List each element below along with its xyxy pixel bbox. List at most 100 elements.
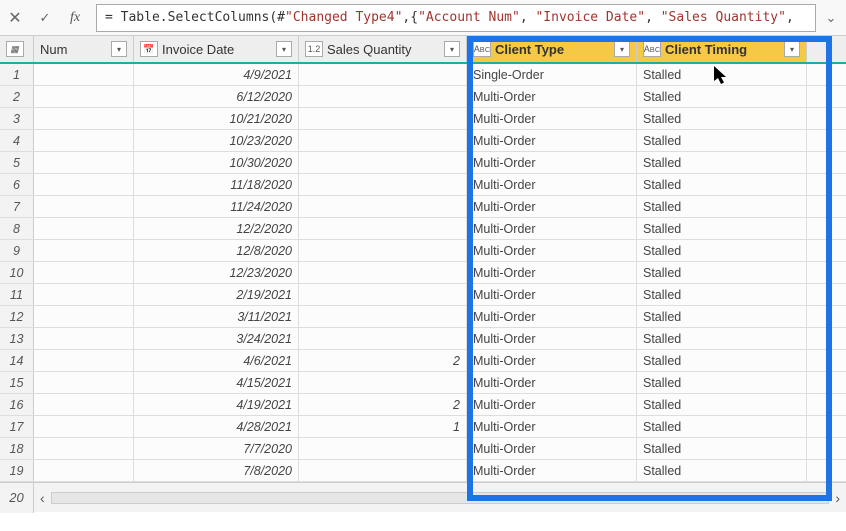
cell-qty[interactable]: [299, 196, 467, 217]
cell-date[interactable]: 10/23/2020: [134, 130, 299, 151]
cell-qty[interactable]: [299, 86, 467, 107]
cell-num[interactable]: [34, 218, 134, 239]
row-number[interactable]: 6: [0, 174, 34, 195]
cell-qty[interactable]: [299, 130, 467, 151]
cell-client-type[interactable]: Multi-Order: [467, 218, 637, 239]
row-number[interactable]: 4: [0, 130, 34, 151]
cell-qty[interactable]: [299, 460, 467, 481]
cell-client-timing[interactable]: Stalled: [637, 152, 807, 173]
row-number[interactable]: 7: [0, 196, 34, 217]
cell-client-type[interactable]: Multi-Order: [467, 174, 637, 195]
cell-client-timing[interactable]: Stalled: [637, 372, 807, 393]
table-row[interactable]: 112/19/2021Multi-OrderStalled: [0, 284, 846, 306]
table-row[interactable]: 133/24/2021Multi-OrderStalled: [0, 328, 846, 350]
cell-client-timing[interactable]: Stalled: [637, 196, 807, 217]
table-row[interactable]: 14/9/2021Single-OrderStalled: [0, 64, 846, 86]
table-row[interactable]: 174/28/20211Multi-OrderStalled: [0, 416, 846, 438]
cell-client-type[interactable]: Multi-Order: [467, 130, 637, 151]
cell-date[interactable]: 10/30/2020: [134, 152, 299, 173]
cell-num[interactable]: [34, 394, 134, 415]
cell-date[interactable]: 4/9/2021: [134, 64, 299, 85]
row-number[interactable]: 9: [0, 240, 34, 261]
row-number[interactable]: 2: [0, 86, 34, 107]
row-number[interactable]: 8: [0, 218, 34, 239]
cell-qty[interactable]: [299, 284, 467, 305]
cell-qty[interactable]: [299, 240, 467, 261]
cell-qty[interactable]: 2: [299, 350, 467, 371]
filter-icon[interactable]: ▾: [444, 41, 460, 57]
cell-client-type[interactable]: Multi-Order: [467, 460, 637, 481]
cell-qty[interactable]: [299, 152, 467, 173]
cell-date[interactable]: 12/2/2020: [134, 218, 299, 239]
row-number[interactable]: 16: [0, 394, 34, 415]
row-number-header[interactable]: ▦: [0, 36, 34, 62]
cell-num[interactable]: [34, 306, 134, 327]
row-number[interactable]: 5: [0, 152, 34, 173]
row-number[interactable]: 19: [0, 460, 34, 481]
cell-qty[interactable]: [299, 372, 467, 393]
cell-client-timing[interactable]: Stalled: [637, 394, 807, 415]
cell-num[interactable]: [34, 438, 134, 459]
table-row[interactable]: 19 7/8/2020 Multi-OrderStalled: [0, 460, 846, 482]
filter-icon[interactable]: ▾: [784, 41, 800, 57]
cell-num[interactable]: [34, 284, 134, 305]
row-number[interactable]: 17: [0, 416, 34, 437]
cell-qty[interactable]: 1: [299, 416, 467, 437]
cell-num[interactable]: [34, 130, 134, 151]
row-number[interactable]: 20: [0, 483, 34, 513]
col-header-qty[interactable]: 1.2 Sales Quantity ▾: [299, 36, 467, 62]
cell-client-timing[interactable]: Stalled: [637, 460, 807, 481]
cell-client-timing[interactable]: Stalled: [637, 64, 807, 85]
cell-date[interactable]: 12/23/2020: [134, 262, 299, 283]
cell-num[interactable]: [34, 174, 134, 195]
cell-num[interactable]: [34, 262, 134, 283]
table-row[interactable]: 410/23/2020Multi-OrderStalled: [0, 130, 846, 152]
cell-client-timing[interactable]: Stalled: [637, 174, 807, 195]
cell-qty[interactable]: [299, 438, 467, 459]
cell-date[interactable]: 6/12/2020: [134, 86, 299, 107]
cell-client-type[interactable]: Multi-Order: [467, 350, 637, 371]
cell-date[interactable]: 7/7/2020: [134, 438, 299, 459]
cell-qty[interactable]: 2: [299, 394, 467, 415]
filter-icon[interactable]: ▾: [276, 41, 292, 57]
cell-client-type[interactable]: Multi-Order: [467, 262, 637, 283]
cell-qty[interactable]: [299, 174, 467, 195]
cell-client-timing[interactable]: Stalled: [637, 284, 807, 305]
row-number[interactable]: 3: [0, 108, 34, 129]
col-header-date[interactable]: 📅 Invoice Date ▾: [134, 36, 299, 62]
cell-num[interactable]: [34, 64, 134, 85]
cell-client-timing[interactable]: Stalled: [637, 262, 807, 283]
cell-qty[interactable]: [299, 328, 467, 349]
cell-client-timing[interactable]: Stalled: [637, 328, 807, 349]
cell-client-type[interactable]: Multi-Order: [467, 86, 637, 107]
filter-icon[interactable]: ▾: [614, 41, 630, 57]
cell-client-timing[interactable]: Stalled: [637, 108, 807, 129]
cell-qty[interactable]: [299, 108, 467, 129]
cell-qty[interactable]: [299, 306, 467, 327]
table-row[interactable]: 16 4/19/20212Multi-OrderStalled: [0, 394, 846, 416]
col-header-num[interactable]: Num ▾: [34, 36, 134, 62]
table-row[interactable]: 26/12/2020Multi-OrderStalled: [0, 86, 846, 108]
row-number[interactable]: 10: [0, 262, 34, 283]
cell-client-type[interactable]: Multi-Order: [467, 328, 637, 349]
cell-num[interactable]: [34, 350, 134, 371]
cell-client-type[interactable]: Multi-Order: [467, 394, 637, 415]
cell-num[interactable]: [34, 416, 134, 437]
row-number[interactable]: 13: [0, 328, 34, 349]
cell-date[interactable]: 4/6/2021: [134, 350, 299, 371]
cell-date[interactable]: 7/8/2020: [134, 460, 299, 481]
cell-date[interactable]: 3/11/2021: [134, 306, 299, 327]
cell-client-type[interactable]: Multi-Order: [467, 416, 637, 437]
cell-client-timing[interactable]: Stalled: [637, 306, 807, 327]
table-row[interactable]: 912/8/2020Multi-OrderStalled: [0, 240, 846, 262]
cell-num[interactable]: [34, 86, 134, 107]
cell-qty[interactable]: [299, 262, 467, 283]
col-header-client-type[interactable]: ABC Client Type ▾: [467, 36, 637, 62]
cell-date[interactable]: 4/15/2021: [134, 372, 299, 393]
table-row[interactable]: 123/11/2021Multi-OrderStalled: [0, 306, 846, 328]
table-row[interactable]: 10 12/23/2020 Multi-OrderStalled: [0, 262, 846, 284]
row-number[interactable]: 1: [0, 64, 34, 85]
table-row[interactable]: 510/30/2020Multi-OrderStalled: [0, 152, 846, 174]
cell-date[interactable]: 4/19/2021: [134, 394, 299, 415]
fx-icon[interactable]: fx: [60, 4, 90, 32]
